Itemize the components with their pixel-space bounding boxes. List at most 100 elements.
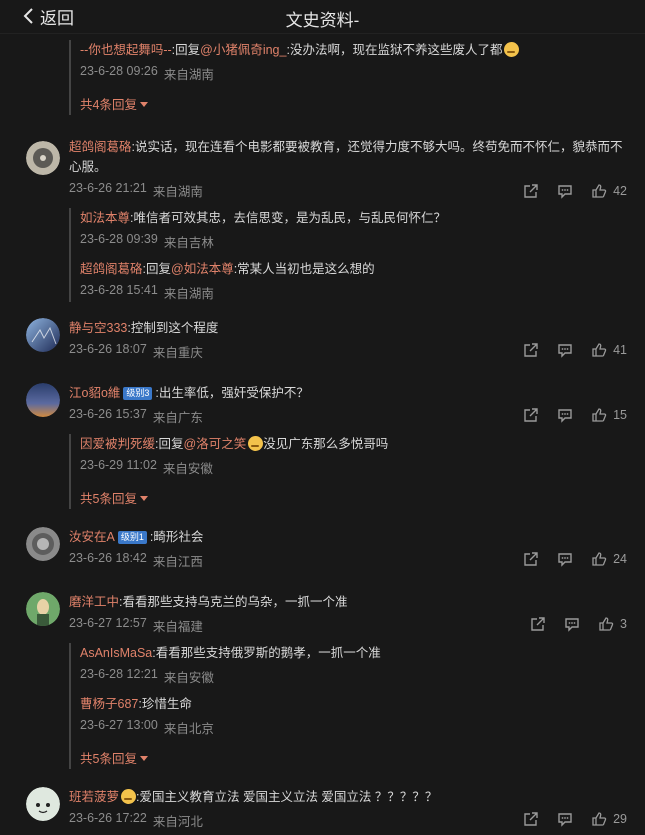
share-button[interactable] [523, 551, 539, 567]
share-button[interactable] [530, 616, 546, 632]
reply-username[interactable]: AsAnIsMaSa [80, 646, 152, 660]
comment-username[interactable]: 班若菠萝 [69, 790, 119, 804]
avatar[interactable] [26, 787, 60, 821]
reply-button[interactable] [557, 551, 573, 567]
thumbs-up-icon [592, 552, 607, 566]
thumbs-up-icon [592, 184, 607, 198]
page-title: 文史资料- [285, 11, 360, 30]
mention-link[interactable]: @小猪佩奇ing_ [200, 43, 286, 57]
share-button[interactable] [523, 407, 539, 423]
reply-button[interactable] [557, 407, 573, 423]
comment-item: 班若菠萝:爱国主义教育立法 爱国主义立法 爱国立法 ？？？？？ 23-6-26 … [0, 787, 645, 830]
share-icon [524, 812, 538, 826]
like-button[interactable]: 41 [591, 342, 627, 358]
share-icon [531, 617, 545, 631]
avatar[interactable] [26, 318, 60, 352]
reply-item: 超鸽阁葛硌:回复@如法本尊:常某人当初也是这么想的 23-6-28 15:41 来… [80, 262, 375, 301]
comment-icon [565, 618, 579, 632]
comment-item: 汝安在A 级别1:畸形社会 23-6-26 18:42 来自江西 24 [0, 527, 645, 570]
caret-down-icon [139, 496, 148, 501]
comment-username[interactable]: 磨洋工中 [69, 595, 119, 609]
like-button[interactable]: 42 [591, 183, 627, 199]
reply-thread: 因爱被判死缓:回复@洛可之笑 没见广东那么多悦哥吗 23-6-29 11:02 来自… [69, 434, 627, 509]
thumbs-up-icon [592, 408, 607, 422]
reply-username[interactable]: --你也想起舞吗-- [80, 43, 172, 57]
reply-thread: --你也想起舞吗--:回复@小猪佩奇ing_:没办法啊，现在监狱不养这些废人了都… [69, 40, 627, 115]
like-count: 29 [613, 812, 627, 826]
comment-username[interactable]: 超鸽阁葛硌 [69, 140, 132, 154]
comment-text: :爱国主义教育立法 爱国主义立法 爱国立法 ？？？？？ [136, 790, 438, 804]
more-replies-link[interactable]: 共5条回复 [80, 485, 627, 509]
reply-username[interactable]: 曹杨子687 [80, 697, 138, 711]
reply-username[interactable]: 因爱被判死缓 [80, 437, 155, 451]
comment-text: :看看那些支持乌克兰的乌杂，一抓一个准 [119, 595, 348, 609]
mention-link[interactable]: @如法本尊 [171, 262, 234, 276]
like-button[interactable]: 29 [591, 811, 627, 827]
comment-actions: 24 [523, 551, 627, 567]
mention-link[interactable]: @洛可之笑 [184, 437, 247, 451]
reply-item: AsAnIsMaSa:看看那些支持俄罗斯的鹅孝，一抓一个准 23-6-28 12… [80, 646, 381, 685]
caret-down-icon [139, 756, 148, 761]
comment-icon [558, 185, 572, 199]
comment-item: 超鸽阁葛硌:说实话，现在连看个电影都要被教育，还觉得力度不够大吗。终苟免而不怀仁… [0, 137, 645, 302]
comment-text: :出生率低，强奸受保护不？ [155, 386, 309, 400]
thumbs-up-icon [592, 343, 607, 357]
like-count: 15 [613, 408, 627, 422]
comment-username[interactable]: 江o貂o維 [69, 386, 120, 400]
comment-username[interactable]: 汝安在A [69, 530, 115, 544]
comment-actions: 41 [523, 342, 627, 358]
share-button[interactable] [523, 183, 539, 199]
comment-actions: 29 [523, 811, 627, 827]
top-bar: 返回 文史资料- [0, 0, 645, 34]
comment-text: :控制到这个程度 [127, 321, 219, 335]
reply-thread: AsAnIsMaSa:看看那些支持俄罗斯的鹅孝，一抓一个准 23-6-28 12… [69, 643, 627, 769]
avatar[interactable] [26, 527, 60, 561]
comment-item: 静与空333:控制到这个程度 23-6-26 18:07 来自重庆 41 [0, 318, 645, 361]
comment-item: 江o貂o維 级别3:出生率低，强奸受保护不？ 23-6-26 15:37 来自广东 … [0, 383, 645, 509]
comment-actions: 42 [523, 183, 627, 199]
more-replies-link[interactable]: 共5条回复 [80, 745, 627, 769]
reply-thread: 如法本尊:唯信者可效其忠，去信思变，是为乱民，与乱民何怀仁？ 23-6-28 0… [69, 208, 627, 302]
like-count: 3 [620, 617, 627, 631]
comment-icon [558, 344, 572, 358]
share-icon [524, 184, 538, 198]
share-button[interactable] [523, 342, 539, 358]
reply-item: 因爱被判死缓:回复@洛可之笑 没见广东那么多悦哥吗 23-6-29 11:02 来自… [80, 436, 389, 476]
level-badge: 级别1 [117, 531, 147, 544]
more-replies-link[interactable]: 共4条回复 [80, 91, 627, 115]
comment-text: :说实话，现在连看个电影都要被教育，还觉得力度不够大吗。终苟免而不怀仁，貌恭而不… [69, 140, 623, 174]
avatar[interactable] [26, 383, 60, 417]
emoji-icon [248, 436, 264, 451]
reply-button[interactable] [557, 342, 573, 358]
comment-username[interactable]: 静与空333 [69, 321, 127, 335]
like-count: 41 [613, 343, 627, 357]
crown-emoji-icon [121, 789, 137, 804]
like-count: 24 [613, 552, 627, 566]
comment-actions: 15 [523, 407, 627, 423]
share-button[interactable] [523, 811, 539, 827]
like-button[interactable]: 15 [591, 407, 627, 423]
reply-meta: 23-6-28 09:26 来自湖南 [80, 64, 214, 82]
thumbs-up-icon [592, 812, 607, 826]
thumbs-up-icon [599, 617, 614, 631]
comment-actions: 3 [530, 616, 627, 632]
reply-button[interactable] [557, 811, 573, 827]
reply-item: 如法本尊:唯信者可效其忠，去信思变，是为乱民，与乱民何怀仁？ 23-6-28 0… [80, 211, 446, 250]
reply-button[interactable] [557, 183, 573, 199]
reply-username[interactable]: 如法本尊 [80, 211, 130, 225]
avatar[interactable] [26, 141, 60, 175]
like-count: 42 [613, 184, 627, 198]
share-icon [524, 343, 538, 357]
like-button[interactable]: 3 [598, 616, 627, 632]
reply-button[interactable] [564, 616, 580, 632]
reply-username[interactable]: 超鸽阁葛硌 [80, 262, 143, 276]
reply-item: 曹杨子687:珍惜生命 23-6-27 13:00 来自北京 [80, 697, 214, 736]
caret-down-icon [139, 102, 148, 107]
comment-text: :畸形社会 [149, 530, 204, 544]
like-button[interactable]: 24 [591, 551, 627, 567]
comment-list: --你也想起舞吗--:回复@小猪佩奇ing_:没办法啊，现在监狱不养这些废人了都… [0, 34, 645, 835]
comment-icon [558, 813, 572, 827]
avatar[interactable] [26, 592, 60, 626]
level-badge: 级别3 [123, 387, 153, 400]
share-icon [524, 552, 538, 566]
